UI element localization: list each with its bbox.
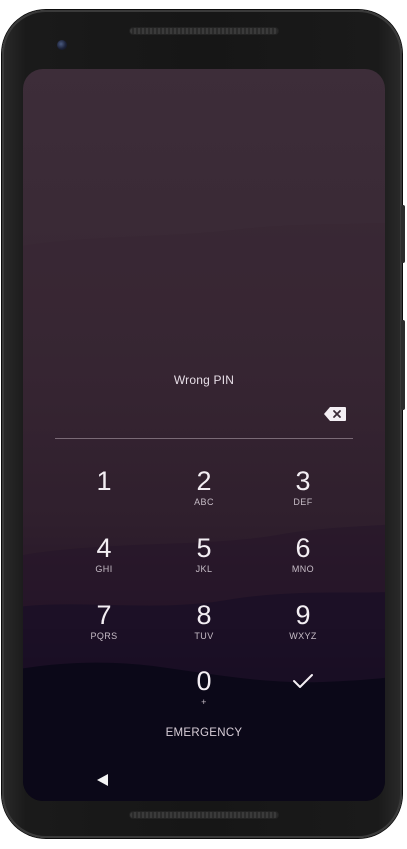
- key-digit: 3: [295, 466, 311, 496]
- key-2[interactable]: 2 ABC: [164, 466, 244, 522]
- pin-entry-line: [55, 438, 353, 439]
- key-letters: +: [201, 697, 207, 707]
- front-camera: [57, 40, 67, 50]
- checkmark-icon[interactable]: [283, 666, 323, 696]
- key-digit: 0: [196, 666, 212, 696]
- emergency-button[interactable]: EMERGENCY: [154, 727, 254, 739]
- lock-screen: Wrong PIN 1 2 ABC 3 DEF 4 GHI 5 JKL 6 MN…: [23, 69, 385, 801]
- bottom-speaker: [130, 812, 278, 818]
- key-0[interactable]: 0 +: [164, 666, 244, 722]
- key-letters: GHI: [95, 564, 113, 574]
- volume-button: [401, 320, 405, 410]
- key-8[interactable]: 8 TUV: [164, 600, 244, 656]
- earpiece-speaker: [130, 28, 278, 34]
- phone-frame: Wrong PIN 1 2 ABC 3 DEF 4 GHI 5 JKL 6 MN…: [2, 10, 405, 838]
- key-digit: 6: [295, 533, 311, 563]
- key-letters: DEF: [293, 497, 313, 507]
- backspace-icon[interactable]: [323, 406, 347, 422]
- key-digit: 2: [196, 466, 212, 496]
- key-letters: MNO: [291, 564, 315, 574]
- key-digit: 5: [196, 533, 212, 563]
- key-1[interactable]: 1: [64, 466, 144, 522]
- pin-prompt: Wrong PIN: [173, 373, 235, 387]
- key-9[interactable]: 9 WXYZ: [263, 600, 343, 656]
- power-button: [401, 205, 405, 263]
- back-triangle-icon[interactable]: [95, 772, 111, 788]
- key-letters: PQRS: [90, 631, 118, 641]
- key-digit: 8: [196, 600, 212, 630]
- key-digit: 4: [96, 533, 112, 563]
- key-letters: WXYZ: [289, 631, 317, 641]
- key-6[interactable]: 6 MNO: [263, 533, 343, 589]
- key-letters: TUV: [194, 631, 214, 641]
- wallpaper-layer: [23, 223, 385, 329]
- key-digit: 1: [96, 466, 112, 496]
- key-digit: 7: [96, 600, 112, 630]
- key-letters: ABC: [194, 497, 214, 507]
- key-digit: 9: [295, 600, 311, 630]
- key-4[interactable]: 4 GHI: [64, 533, 144, 589]
- key-3[interactable]: 3 DEF: [263, 466, 343, 522]
- key-5[interactable]: 5 JKL: [164, 533, 244, 589]
- key-letters: JKL: [195, 564, 213, 574]
- key-7[interactable]: 7 PQRS: [64, 600, 144, 656]
